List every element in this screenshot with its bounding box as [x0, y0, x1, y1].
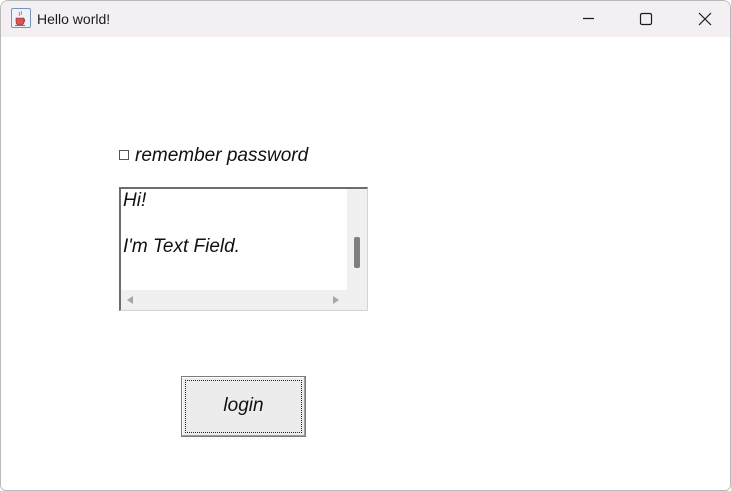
text-line: I'm Text Field.	[123, 236, 240, 257]
checkbox-box[interactable]	[119, 150, 129, 160]
window-title: Hello world!	[37, 11, 111, 27]
minimize-button[interactable]	[564, 1, 610, 37]
remember-password-label: remember password	[135, 145, 309, 166]
text-area-scroll-pane: Hi! I'm Text Field.	[119, 187, 368, 311]
app-window: Hello world! remember password Hi! I'm T…	[0, 0, 731, 491]
text-line	[123, 212, 347, 235]
horizontal-scrollbar[interactable]	[121, 290, 347, 310]
scrollbar-corner	[347, 290, 367, 310]
vertical-scrollbar[interactable]	[347, 189, 367, 290]
java-cup-icon	[11, 8, 31, 28]
text-line: Hi!	[123, 190, 147, 211]
close-button[interactable]	[680, 1, 726, 37]
scroll-right-arrow-icon	[333, 296, 339, 304]
content-pane: remember password Hi! I'm Text Field. lo…	[1, 37, 730, 490]
login-button-label: login	[223, 395, 264, 416]
maximize-button[interactable]	[622, 1, 668, 37]
title-bar[interactable]: Hello world!	[1, 1, 730, 37]
text-area[interactable]: Hi! I'm Text Field.	[121, 189, 347, 290]
login-button[interactable]: login	[181, 376, 306, 437]
vertical-scroll-thumb[interactable]	[354, 237, 360, 268]
scroll-left-arrow-icon	[127, 296, 133, 304]
